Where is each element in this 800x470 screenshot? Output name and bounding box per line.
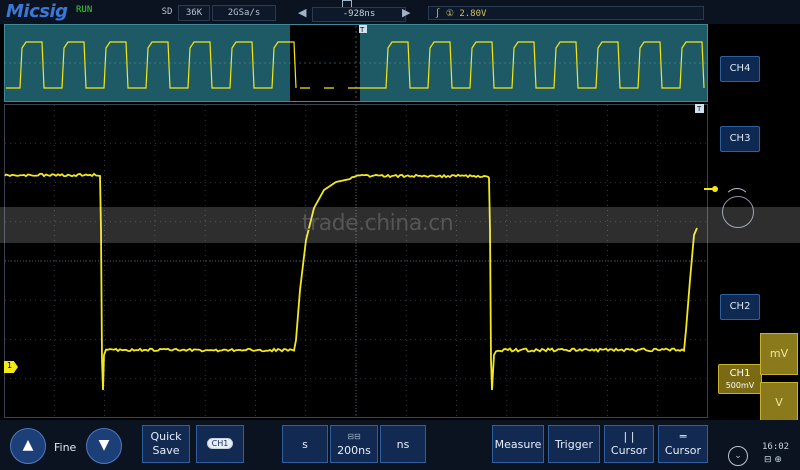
- measure-button[interactable]: Measure: [492, 425, 544, 463]
- usb-icon: ⊟ ⊕: [764, 455, 782, 465]
- timebase-ns-button[interactable]: ns: [380, 425, 426, 463]
- timebase-value: 200ns: [331, 444, 377, 458]
- ch1-select-button[interactable]: CH1: [196, 425, 244, 463]
- cursor-horizontal-button[interactable]: ═ Cursor: [658, 425, 708, 463]
- timebase-value-button[interactable]: ⊟⊟ 200ns: [330, 425, 378, 463]
- quick-save-button[interactable]: Quick Save: [142, 425, 190, 463]
- fine-down-button[interactable]: ▼: [86, 428, 122, 464]
- ch4-button[interactable]: CH4: [720, 56, 760, 82]
- horizontal-cursor-icon: ═: [659, 430, 707, 444]
- chevron-down-icon[interactable]: ⌄: [728, 446, 748, 466]
- ch3-button[interactable]: CH3: [720, 126, 760, 152]
- svg-text:T: T: [696, 105, 702, 113]
- watermark-text: trade.china.cn: [302, 211, 453, 236]
- trigger-button[interactable]: Trigger: [548, 425, 600, 463]
- ch2-button[interactable]: CH2: [720, 294, 760, 320]
- unit-v-button[interactable]: V: [760, 382, 798, 424]
- timebase-s-button[interactable]: s: [282, 425, 328, 463]
- clock: 16:02: [762, 442, 789, 452]
- unit-mv-button[interactable]: mV: [760, 333, 798, 375]
- ch1-scale: 500mV: [719, 380, 761, 391]
- ch1-label: CH1: [719, 367, 761, 380]
- trigger-level-dot: [712, 186, 718, 192]
- fine-up-button[interactable]: ▲: [10, 428, 46, 464]
- up-arrow-icon: ▲: [11, 429, 45, 462]
- cursor-vertical-button[interactable]: | | Cursor: [604, 425, 654, 463]
- ch1-button[interactable]: CH1 500mV: [718, 364, 762, 394]
- ch1-chip: CH1: [207, 438, 234, 449]
- fine-label: Fine: [54, 441, 76, 454]
- down-arrow-icon: ▼: [87, 429, 121, 462]
- timebase-icon: ⊟⊟: [331, 430, 377, 444]
- vertical-cursor-icon: | |: [605, 430, 653, 444]
